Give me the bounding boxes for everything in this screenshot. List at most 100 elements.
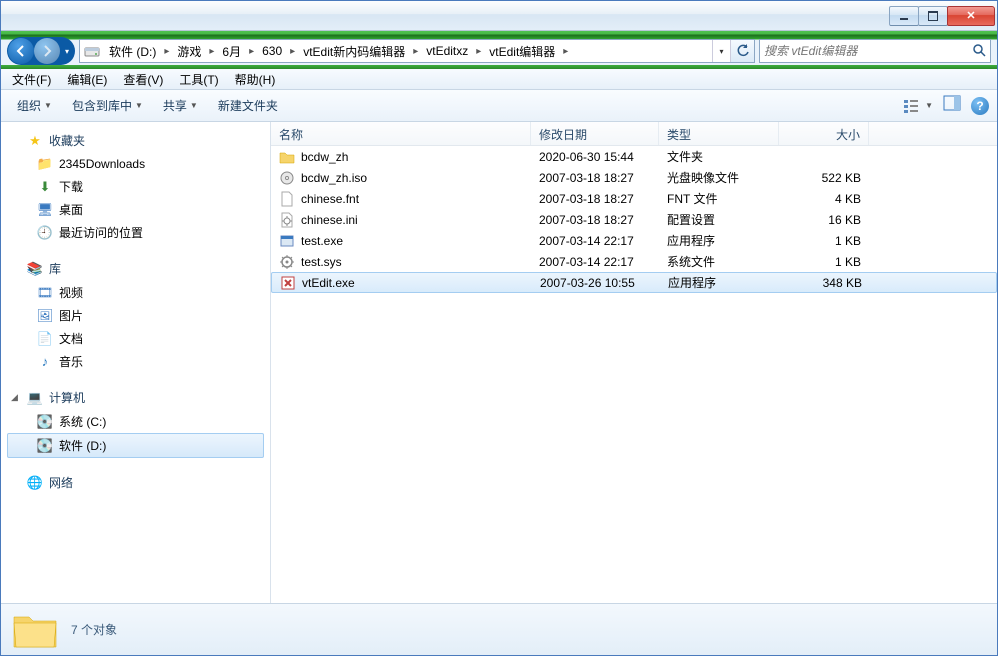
file-size: 348 KB (780, 276, 870, 290)
column-name[interactable]: 名称 (271, 122, 531, 145)
breadcrumb-item[interactable]: 软件 (D:) (104, 40, 161, 62)
sidebar-item-downloads2345[interactable]: 📁2345Downloads (1, 153, 270, 175)
breadcrumb-item[interactable]: 游戏 (172, 40, 206, 62)
favorites-label: 收藏夹 (49, 132, 85, 149)
menu-edit[interactable]: 编辑(E) (60, 69, 114, 90)
breadcrumb-item[interactable]: 630 (257, 40, 287, 62)
sidebar-item-downloads[interactable]: ⬇下载 (1, 175, 270, 198)
search-icon[interactable] (972, 43, 986, 60)
download-icon: ⬇ (37, 179, 53, 195)
forward-button[interactable] (34, 38, 60, 64)
file-row[interactable]: vtEdit.exe 2007-03-26 10:55应用程序348 KB (271, 272, 997, 293)
file-row[interactable]: bcdw_zh.iso2007-03-18 18:27光盘映像文件522 KB (271, 167, 997, 188)
column-date[interactable]: 修改日期 (531, 122, 659, 145)
chevron-down-icon: ▼ (925, 101, 933, 110)
file-row[interactable]: bcdw_zh 2020-06-30 15:44文件夹 (271, 146, 997, 167)
breadcrumb-separator: ▸ (410, 46, 421, 57)
share-button[interactable]: 共享 ▼ (155, 94, 206, 117)
sidebar-item-videos[interactable]: 🎞视频 (1, 281, 270, 304)
breadcrumb-item[interactable]: 6月 (217, 40, 246, 62)
status-count: 7 个对象 (71, 621, 117, 638)
drive-icon: 💽 (37, 438, 53, 454)
menu-tools[interactable]: 工具(T) (172, 69, 225, 90)
preview-pane-icon (943, 95, 961, 111)
title-bar (1, 1, 997, 31)
sidebar-item-drive-d[interactable]: 💽软件 (D:) (7, 433, 264, 458)
drive-icon (82, 41, 102, 61)
breadcrumb-separator: ▸ (246, 46, 257, 57)
menu-file[interactable]: 文件(F) (5, 69, 58, 90)
back-button[interactable] (8, 38, 34, 64)
help-button[interactable]: ? (971, 97, 989, 115)
drive-icon: 💽 (37, 414, 53, 430)
new-folder-button[interactable]: 新建文件夹 (210, 94, 286, 117)
chevron-down-icon: ▼ (44, 101, 52, 110)
file-size: 16 KB (779, 213, 869, 227)
file-name: bcdw_zh (301, 150, 348, 164)
file-type: 系统文件 (659, 253, 779, 270)
minimize-button[interactable] (889, 6, 919, 26)
file-type: FNT 文件 (659, 190, 779, 207)
menu-help[interactable]: 帮助(H) (228, 69, 283, 90)
view-mode-button[interactable]: ▼ (903, 98, 933, 114)
file-size: 1 KB (779, 234, 869, 248)
file-type: 光盘映像文件 (659, 169, 779, 186)
libraries-group[interactable]: 📚 库 (1, 256, 270, 281)
column-type[interactable]: 类型 (659, 122, 779, 145)
file-date: 2007-03-14 22:17 (531, 255, 659, 269)
close-button[interactable] (947, 6, 995, 26)
view-icon (903, 98, 923, 114)
sidebar-item-documents[interactable]: 📄文档 (1, 327, 270, 350)
file-type: 文件夹 (659, 148, 779, 165)
menu-view[interactable]: 查看(V) (116, 69, 170, 90)
file-type: 应用程序 (659, 232, 779, 249)
file-type: 应用程序 (660, 274, 780, 291)
breadcrumb-item[interactable]: vtEditxz (421, 40, 473, 62)
column-size[interactable]: 大小 (779, 122, 869, 145)
history-dropdown[interactable]: ▾ (60, 38, 74, 64)
file-row[interactable]: test.exe2007-03-14 22:17应用程序1 KB (271, 230, 997, 251)
file-type: 配置设置 (659, 211, 779, 228)
network-group[interactable]: 🌐 网络 (1, 470, 270, 495)
details-pane: 7 个对象 (1, 603, 997, 655)
breadcrumb-item[interactable]: vtEdit编辑器 (484, 40, 560, 62)
search-input[interactable] (764, 44, 972, 58)
file-date: 2020-06-30 15:44 (531, 150, 659, 164)
file-name: chinese.ini (301, 213, 358, 227)
file-row[interactable]: test.sys2007-03-14 22:17系统文件1 KB (271, 251, 997, 272)
breadcrumb-separator: ▸ (206, 46, 217, 57)
address-bar[interactable]: 软件 (D:)▸ 游戏▸ 6月▸ 630▸ vtEdit新内码编辑器▸ vtEd… (79, 39, 755, 63)
sidebar-item-desktop[interactable]: 🖥桌面 (1, 198, 270, 221)
file-row[interactable]: chinese.ini 2007-03-18 18:27配置设置16 KB (271, 209, 997, 230)
computer-group[interactable]: ◢ 💻 计算机 (1, 385, 270, 410)
file-name: test.exe (301, 234, 343, 248)
search-box[interactable] (759, 39, 991, 63)
refresh-button[interactable] (730, 40, 754, 62)
file-icon (279, 212, 295, 228)
network-label: 网络 (49, 474, 73, 491)
network-icon: 🌐 (27, 475, 43, 491)
favorites-group[interactable]: ★ 收藏夹 (1, 128, 270, 153)
address-dropdown[interactable]: ▾ (712, 40, 730, 62)
file-date: 2007-03-18 18:27 (531, 171, 659, 185)
music-icon: ♪ (37, 354, 53, 370)
breadcrumb-separator: ▸ (473, 46, 484, 57)
sidebar-item-recent[interactable]: 🕘最近访问的位置 (1, 221, 270, 244)
sidebar-item-music[interactable]: ♪音乐 (1, 350, 270, 373)
breadcrumb-item[interactable]: vtEdit新内码编辑器 (298, 40, 410, 62)
file-name: vtEdit.exe (302, 276, 355, 290)
file-icon (279, 233, 295, 249)
breadcrumb-separator: ▸ (287, 46, 298, 57)
file-date: 2007-03-18 18:27 (531, 213, 659, 227)
file-row[interactable]: chinese.fnt2007-03-18 18:27FNT 文件4 KB (271, 188, 997, 209)
include-in-library-button[interactable]: 包含到库中 ▼ (64, 94, 151, 117)
file-date: 2007-03-26 10:55 (532, 276, 660, 290)
maximize-button[interactable] (918, 6, 948, 26)
libraries-label: 库 (49, 260, 61, 277)
command-bar: 组织 ▼ 包含到库中 ▼ 共享 ▼ 新建文件夹 ▼ ? (1, 90, 997, 122)
organize-button[interactable]: 组织 ▼ (9, 94, 60, 117)
file-icon (279, 191, 295, 207)
preview-pane-button[interactable] (943, 95, 961, 116)
sidebar-item-pictures[interactable]: 🖼图片 (1, 304, 270, 327)
sidebar-item-drive-c[interactable]: 💽系统 (C:) (1, 410, 270, 433)
